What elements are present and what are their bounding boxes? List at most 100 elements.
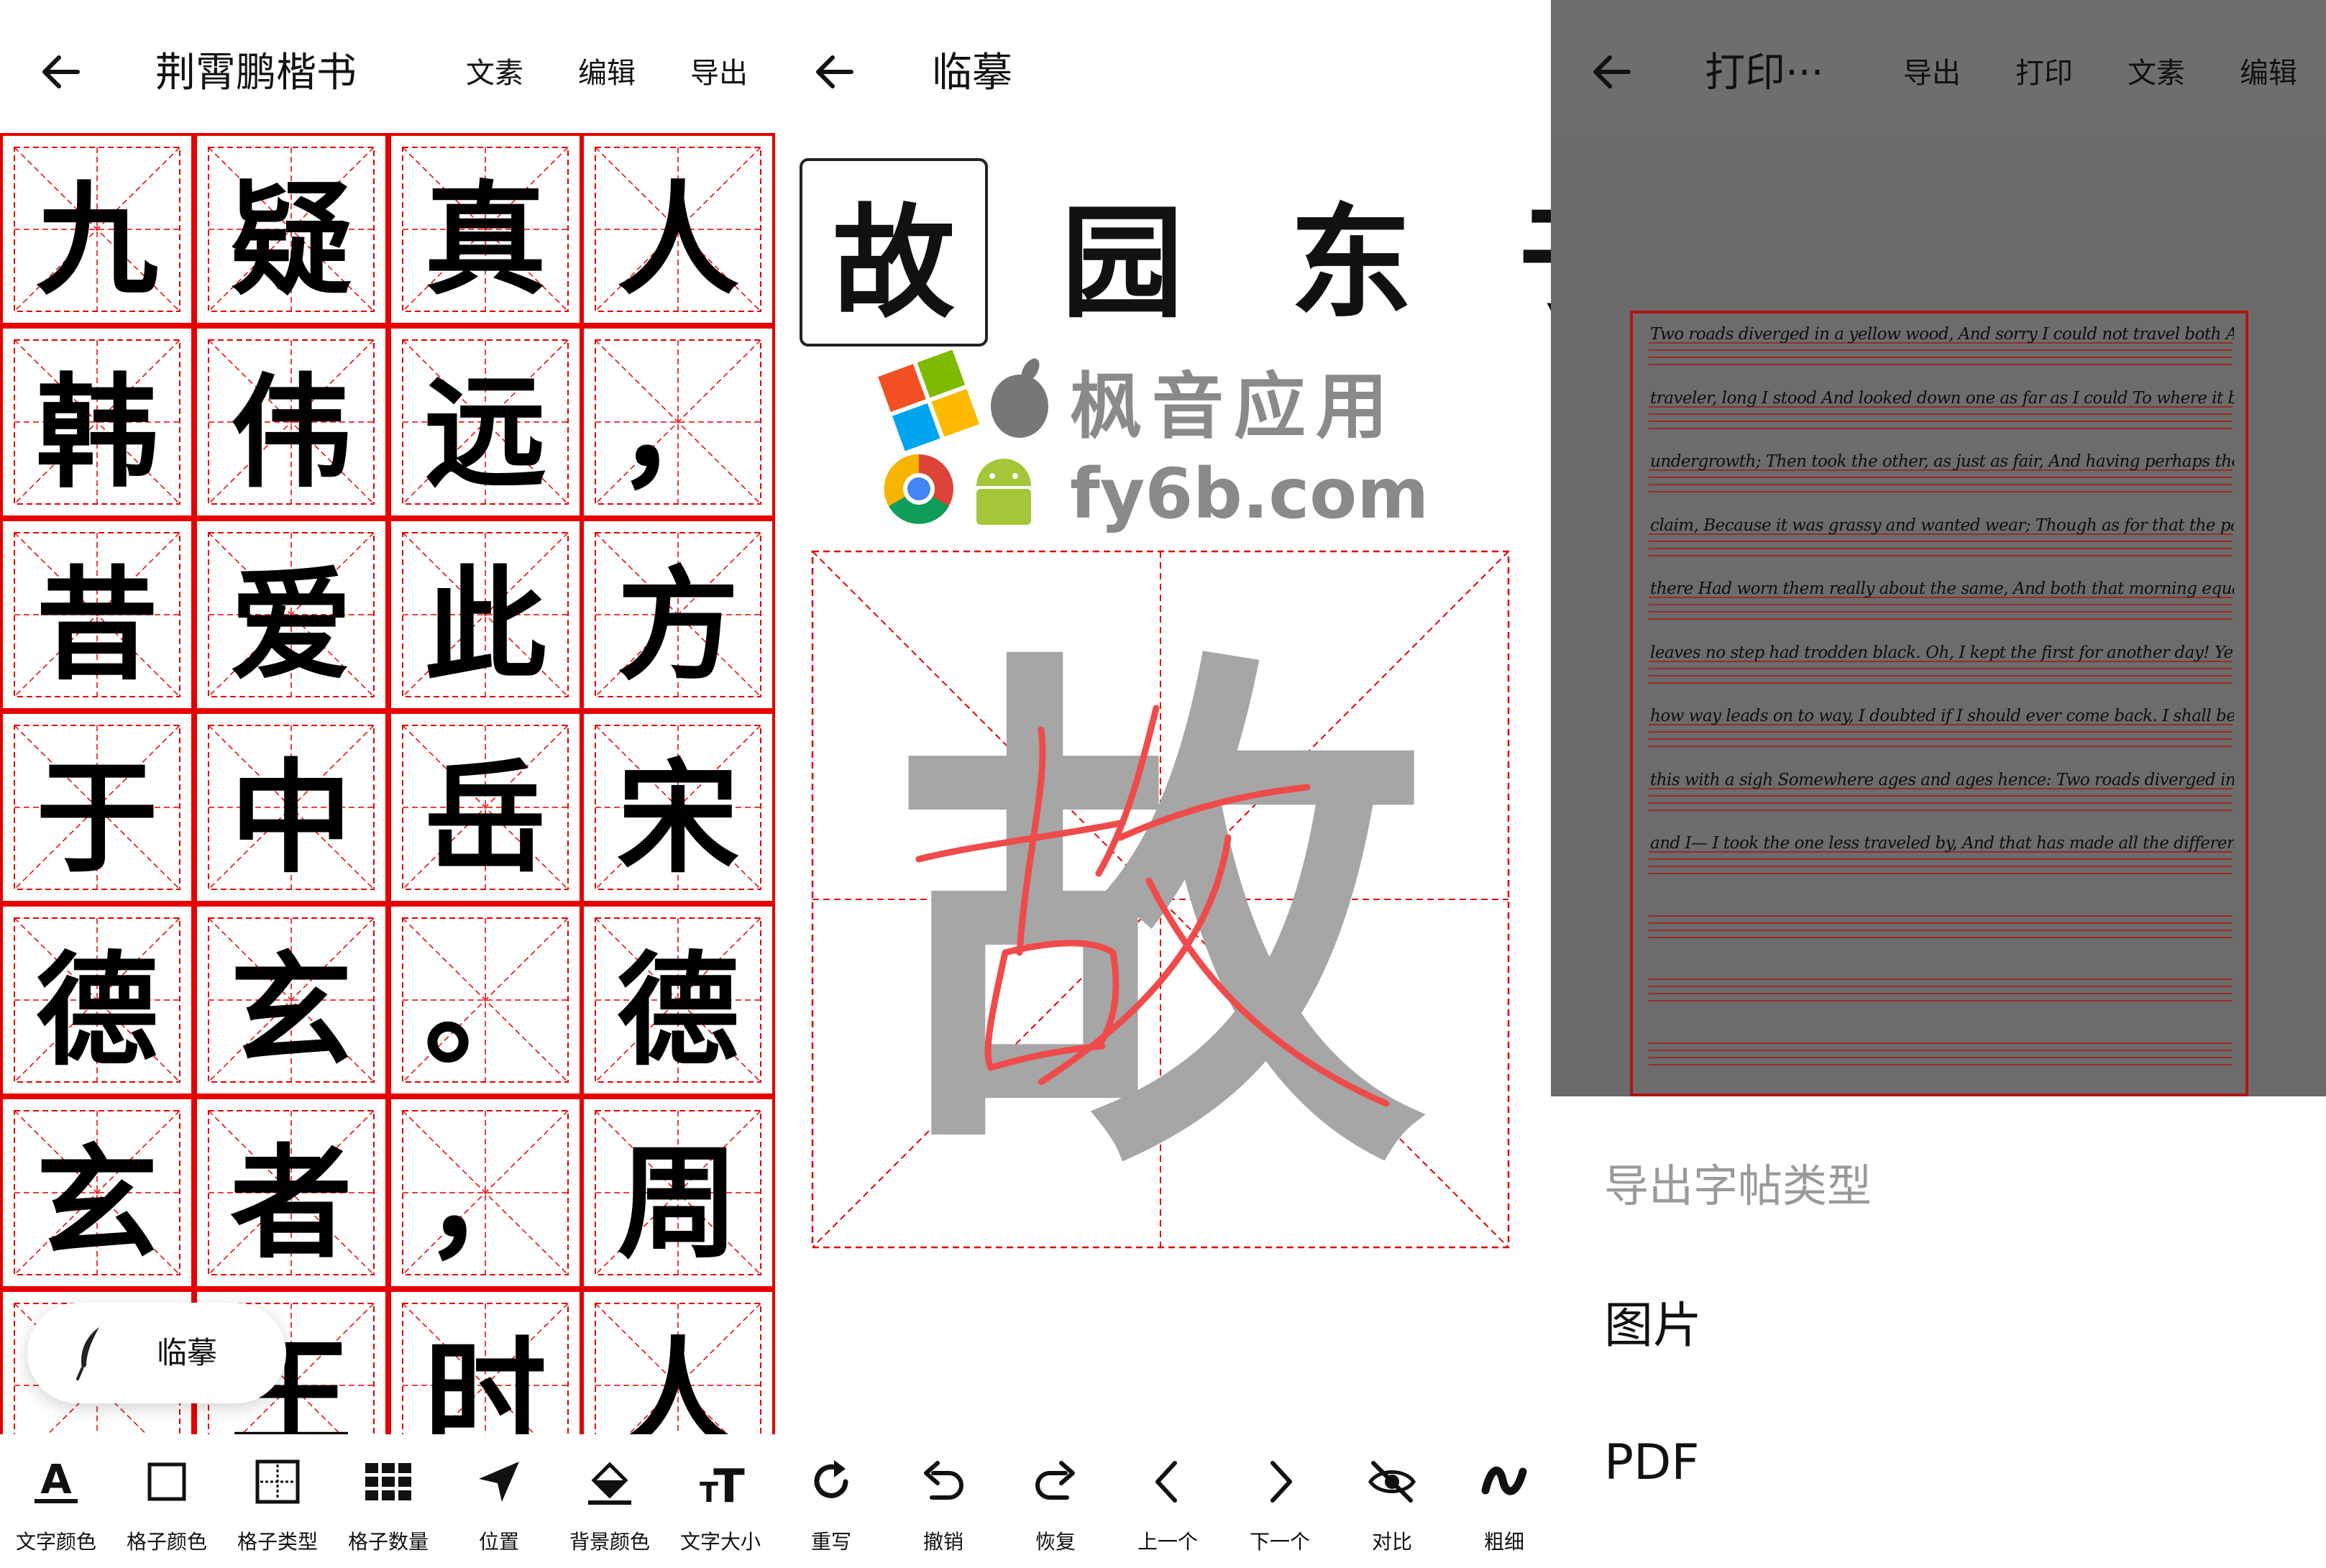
guide-line	[1649, 674, 2233, 677]
tool-next[interactable]: 下一个	[1224, 1434, 1336, 1568]
action-export[interactable]: 导出	[1903, 52, 1961, 95]
grid-cell[interactable]: 中	[194, 711, 388, 904]
tool-prev[interactable]: 上一个	[1112, 1434, 1224, 1568]
grid-cell[interactable]: 伟	[194, 326, 388, 518]
grid-cell[interactable]: 德	[581, 904, 775, 1096]
grid-cell[interactable]: 昔	[0, 518, 194, 711]
grid-cell[interactable]: 此	[388, 518, 582, 711]
back-arrow-icon[interactable]	[1584, 43, 1642, 101]
guide-line	[1649, 1056, 2233, 1058]
tool-label: 重写	[810, 1530, 851, 1554]
grid-cell[interactable]: 人	[581, 133, 775, 326]
grid-cell[interactable]: 者	[194, 1096, 388, 1289]
grid-character: 九	[35, 168, 158, 312]
poem-line: and I— I took the one less traveled by, …	[1650, 834, 2234, 853]
tool-text-color[interactable]: A 文字颜色	[0, 1434, 112, 1568]
trace-fab-button[interactable]: 临摹	[27, 1303, 286, 1403]
action-edit[interactable]: 编辑	[578, 52, 636, 95]
grid-cell[interactable]: 九	[0, 133, 194, 326]
tool-label: 文字颜色	[15, 1530, 96, 1554]
android-logo-icon	[976, 459, 1031, 525]
tool-undo[interactable]: 撤销	[887, 1434, 999, 1568]
quill-icon	[76, 1327, 99, 1380]
guide-line	[1649, 484, 2233, 485]
guide-line	[1649, 554, 2233, 556]
guide-line	[1649, 731, 2233, 733]
grid-character: 玄	[229, 939, 352, 1083]
tool-cell-color[interactable]: 格子颜色	[111, 1434, 223, 1568]
guide-line	[1649, 618, 2233, 620]
tool-text-size[interactable]: T T 文字大小	[664, 1434, 777, 1568]
practice-header: 临摹	[775, 0, 1551, 137]
char-thumb-selected[interactable]: 故	[800, 158, 988, 347]
grid-cell[interactable]: 周	[581, 1096, 775, 1289]
undo-icon	[924, 1461, 963, 1500]
grid-character: 昔	[35, 554, 158, 697]
tool-cell-type[interactable]: 格子类型	[221, 1434, 334, 1568]
action-wensu[interactable]: 文素	[466, 52, 523, 95]
char-thumb[interactable]: 东	[1257, 158, 1445, 347]
grid-cell[interactable]: 宋	[581, 711, 775, 904]
grid-cell[interactable]: 疑	[194, 133, 388, 326]
guide-line	[1649, 604, 2233, 605]
action-edit[interactable]: 编辑	[2240, 52, 2297, 95]
page-title: 打印···	[1705, 50, 1824, 96]
tool-compare[interactable]: 对比	[1336, 1434, 1448, 1568]
grid-cell[interactable]: ，	[581, 326, 775, 518]
grid-cell[interactable]: 真	[388, 133, 582, 326]
page-title: 临摹	[932, 50, 1012, 96]
tool-label: 格子颜色	[126, 1530, 207, 1554]
grid-cell[interactable]: 玄	[0, 1096, 194, 1289]
action-wensu[interactable]: 文素	[2128, 52, 2185, 95]
grid-cell[interactable]: 德	[0, 904, 194, 1096]
guide-line	[1649, 922, 2233, 924]
practice-canvas[interactable]: 故	[811, 550, 1510, 1249]
poem-line: traveler, long I stood And looked down o…	[1650, 388, 2234, 408]
guide-line	[1649, 349, 2233, 351]
grid-character: 德	[616, 939, 739, 1083]
grid-cell[interactable]: ，	[388, 1096, 582, 1289]
practice-toolbar: 重写 撤销 恢复 上一个 下一个 对比 粗细	[775, 1434, 1560, 1568]
guide-line	[1649, 420, 2233, 422]
grid-cell[interactable]: 玄	[194, 904, 388, 1096]
action-export[interactable]: 导出	[690, 52, 748, 95]
compare-icon	[1368, 1461, 1416, 1503]
back-arrow-icon[interactable]	[807, 43, 864, 101]
tool-label: 粗细	[1483, 1530, 1524, 1554]
grid-cell[interactable]: 远	[388, 326, 582, 518]
redo-icon	[1035, 1461, 1075, 1500]
grid-cell[interactable]: 韩	[0, 326, 194, 518]
tool-position[interactable]: 位置	[443, 1434, 555, 1568]
next-icon	[1270, 1461, 1292, 1503]
grid-cell[interactable]: 于	[0, 711, 194, 904]
guide-line	[1649, 809, 2233, 811]
char-thumb[interactable]: 园	[1028, 158, 1217, 347]
prev-icon	[1155, 1461, 1177, 1503]
grid-cell[interactable]: 岳	[388, 711, 582, 904]
watermark-line1: 枫音应用	[1070, 365, 1398, 449]
tool-label: 格子类型	[237, 1530, 318, 1554]
tool-label: 文字大小	[679, 1530, 761, 1554]
guide-line	[1649, 986, 2233, 987]
guide-line	[1649, 667, 2233, 669]
tool-cell-count[interactable]: 格子数量	[332, 1434, 444, 1568]
position-icon	[479, 1462, 519, 1502]
tool-rewrite[interactable]: 重写	[775, 1434, 887, 1568]
export-option-pdf[interactable]: PDF	[1604, 1427, 1699, 1499]
action-print[interactable]: 打印	[2015, 52, 2073, 95]
tool-redo[interactable]: 恢复	[999, 1434, 1112, 1568]
guide-line	[1649, 427, 2233, 429]
grid-character: 爱	[229, 554, 352, 697]
char-thumb[interactable]: 于	[1485, 158, 1551, 347]
grid-character: 德	[35, 939, 158, 1083]
back-arrow-icon[interactable]	[33, 43, 91, 101]
tool-stroke-width[interactable]: 粗细	[1448, 1434, 1560, 1568]
grid-cell[interactable]: 。	[388, 904, 582, 1096]
guide-line	[1649, 491, 2233, 492]
dimmed-print-preview[interactable]: 打印··· 导出 打印 文素 编辑 Two roads diverged in …	[1551, 0, 2326, 1096]
export-option-image[interactable]: 图片	[1604, 1290, 1702, 1362]
guide-line	[1649, 936, 2233, 938]
grid-cell[interactable]: 方	[581, 518, 775, 711]
tool-bg-color[interactable]: 背景颜色	[554, 1434, 666, 1568]
grid-cell[interactable]: 爱	[194, 518, 388, 711]
